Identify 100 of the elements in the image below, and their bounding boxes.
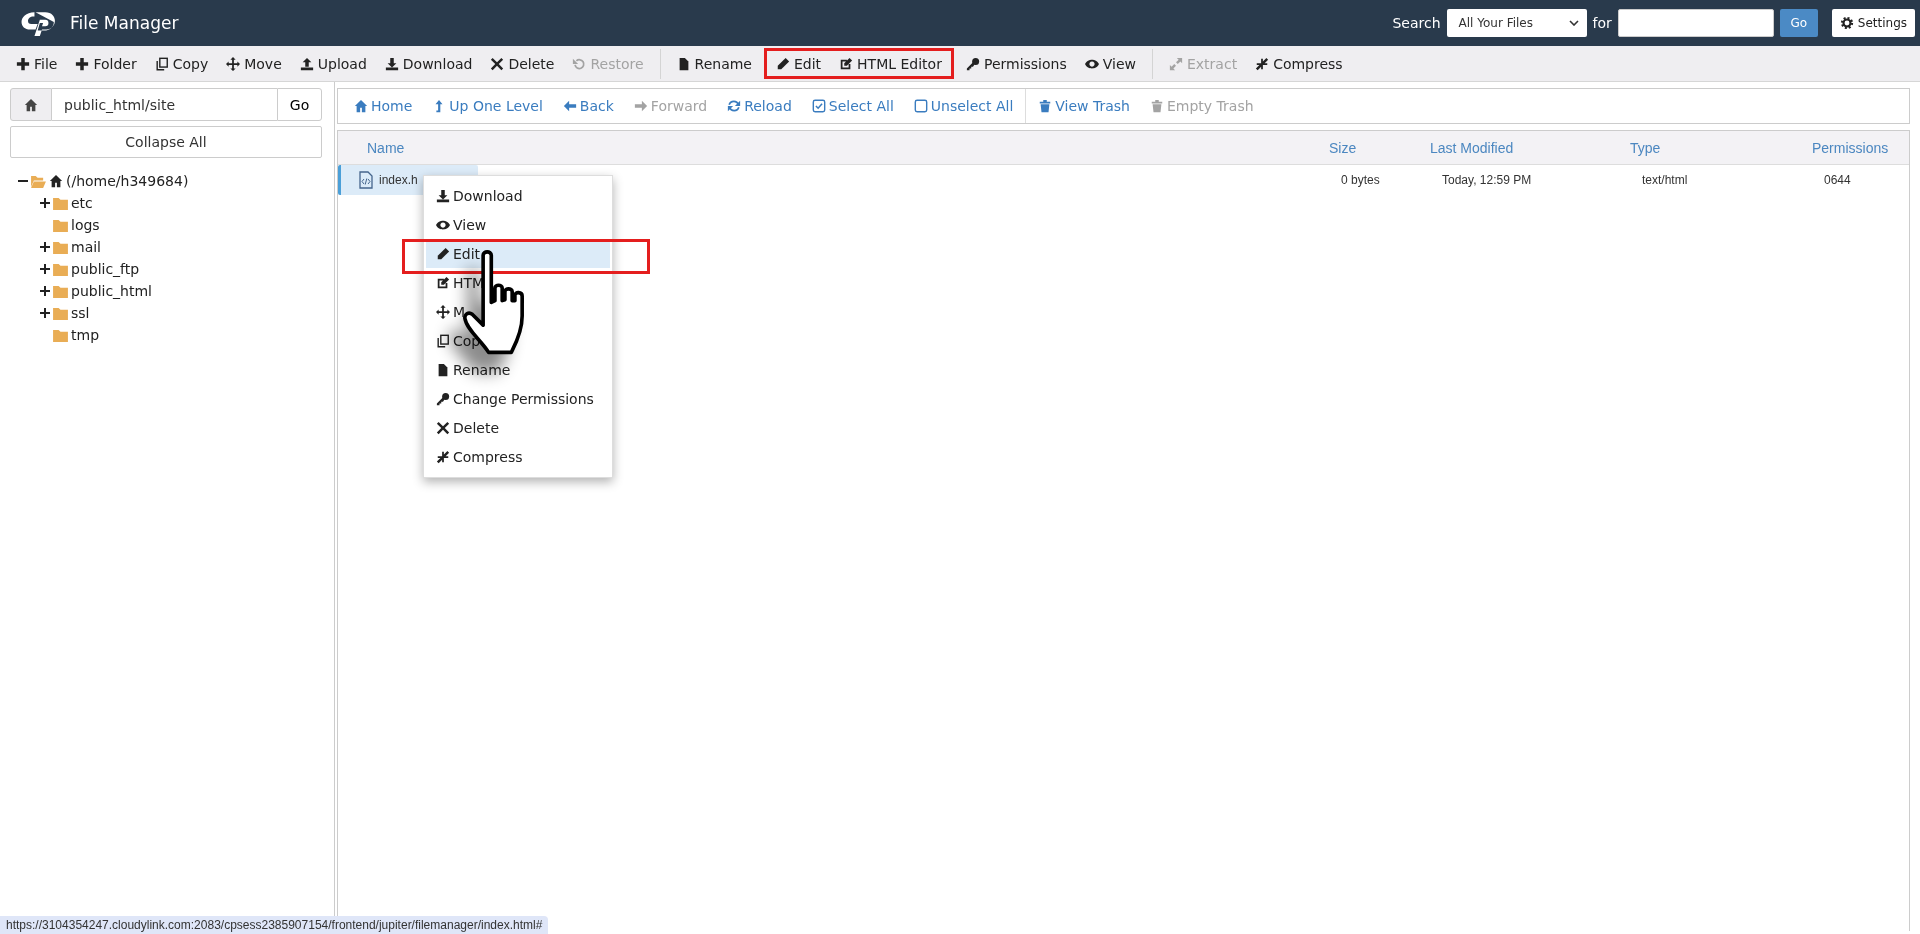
table-cell-text: index.h bbox=[379, 173, 419, 187]
download-icon bbox=[384, 56, 399, 71]
menu-item[interactable]: Rename bbox=[424, 355, 612, 384]
cross-icon bbox=[490, 56, 505, 71]
tree-item[interactable]: logs bbox=[40, 214, 322, 236]
folder-icon bbox=[53, 218, 68, 232]
search-scope-dropdown[interactable]: All Your Files bbox=[1446, 9, 1587, 37]
tree-item[interactable]: etc bbox=[40, 192, 322, 214]
key-icon bbox=[965, 56, 980, 71]
trash-icon bbox=[1038, 99, 1053, 113]
tree-item[interactable]: public_ftp bbox=[40, 258, 322, 280]
folder-icon bbox=[53, 306, 68, 320]
plus-icon[interactable] bbox=[40, 264, 50, 274]
toolbar-button[interactable]: Delete bbox=[481, 51, 564, 76]
code-file-icon bbox=[359, 171, 373, 189]
menu-item[interactable]: Delete bbox=[424, 413, 612, 442]
column-header[interactable]: Last Modified bbox=[1430, 139, 1630, 156]
menu-item[interactable]: Compress bbox=[424, 442, 612, 471]
toolbar-button[interactable]: View bbox=[1075, 51, 1145, 76]
tree-item[interactable]: tmp bbox=[40, 324, 322, 346]
table-cell-text: Today, 12:59 PM bbox=[1442, 173, 1533, 187]
path-field[interactable]: public_html/site bbox=[52, 88, 277, 121]
toolbar-button[interactable]: File bbox=[7, 51, 67, 76]
plus-icon bbox=[16, 56, 30, 71]
toolbar-button[interactable]: Compress bbox=[1246, 51, 1352, 76]
column-header[interactable]: Size bbox=[1329, 139, 1430, 156]
nav-button[interactable]: Back bbox=[552, 98, 624, 114]
plus-icon[interactable] bbox=[40, 198, 50, 208]
menu-item[interactable]: Change Permissions bbox=[424, 384, 612, 413]
home-icon bbox=[24, 97, 38, 112]
folder-icon bbox=[53, 262, 68, 276]
table-cell-text: 0644 bbox=[1824, 173, 1852, 187]
folder-icon bbox=[53, 328, 68, 342]
checkbox-icon bbox=[913, 99, 928, 113]
toolbar-button[interactable]: Rename bbox=[667, 51, 761, 76]
edit-icon bbox=[436, 275, 450, 290]
column-header[interactable]: Name bbox=[367, 139, 1329, 156]
pencil-icon bbox=[436, 246, 450, 261]
tree-item[interactable]: mail bbox=[40, 236, 322, 258]
pencil-icon bbox=[775, 56, 790, 71]
arrow-left-icon bbox=[562, 99, 577, 113]
copy-icon bbox=[436, 333, 450, 348]
toolbar-button[interactable]: Download bbox=[375, 51, 482, 76]
settings-button[interactable]: Settings bbox=[1831, 9, 1915, 37]
nav-button[interactable]: Up One Level bbox=[422, 98, 553, 114]
search-field[interactable] bbox=[1617, 9, 1774, 37]
trash-icon bbox=[1150, 99, 1164, 113]
collapse-all-button[interactable]: Collapse All bbox=[10, 126, 322, 158]
tree-item[interactable]: public_html bbox=[40, 280, 322, 302]
path-go-button[interactable]: Go bbox=[277, 88, 322, 121]
folder-icon bbox=[53, 196, 68, 210]
edit-icon bbox=[839, 56, 854, 71]
home-icon bbox=[354, 99, 368, 113]
table-cell-text: text/html bbox=[1642, 173, 1689, 187]
toolbar-button[interactable]: HTML Editor bbox=[830, 51, 951, 76]
menu-item[interactable]: Download bbox=[424, 181, 612, 210]
toolbar-button[interactable]: Folder bbox=[66, 51, 146, 76]
plus-icon[interactable] bbox=[40, 286, 50, 296]
nav-button[interactable]: Reload bbox=[717, 98, 802, 114]
download-icon bbox=[436, 188, 450, 203]
toolbar-button[interactable]: Upload bbox=[290, 51, 376, 76]
reload-icon bbox=[727, 99, 742, 113]
toolbar-button[interactable]: Copy bbox=[145, 51, 218, 76]
nav-button[interactable]: Select All bbox=[801, 98, 904, 114]
for-label: for bbox=[1592, 15, 1612, 31]
arrow-right-icon bbox=[633, 99, 648, 113]
app-title: File Manager bbox=[70, 13, 179, 33]
compress-icon bbox=[436, 449, 450, 464]
nav-button[interactable]: Unselect All bbox=[903, 98, 1024, 114]
nav-button[interactable]: View Trash bbox=[1028, 98, 1140, 114]
folder-open-icon bbox=[31, 174, 46, 188]
menu-item[interactable]: View bbox=[424, 210, 612, 239]
key-icon bbox=[436, 391, 450, 406]
gear-icon bbox=[1839, 16, 1854, 30]
compress-icon bbox=[1255, 56, 1270, 71]
cross-icon bbox=[436, 420, 450, 435]
toolbar-button[interactable]: Move bbox=[217, 51, 291, 76]
toolbar-button[interactable]: Permissions bbox=[956, 51, 1076, 76]
tree-item[interactable]: ssl bbox=[40, 302, 322, 324]
folder-icon bbox=[53, 284, 68, 298]
move-arrows-icon bbox=[226, 56, 241, 71]
plus-icon bbox=[75, 56, 90, 71]
home-icon bbox=[49, 174, 63, 188]
plus-icon[interactable] bbox=[40, 308, 50, 318]
copy-icon bbox=[154, 56, 169, 71]
toolbar-button[interactable]: Edit bbox=[766, 51, 831, 76]
tree-item[interactable]: (/home/h349684) bbox=[18, 170, 322, 192]
home-button[interactable] bbox=[10, 88, 52, 121]
column-header[interactable]: Permissions bbox=[1812, 139, 1902, 156]
nav-button[interactable]: Home bbox=[344, 98, 423, 114]
menu-item[interactable]: M bbox=[424, 297, 612, 326]
upload-icon bbox=[299, 56, 314, 71]
undo-icon bbox=[572, 56, 587, 71]
plus-icon[interactable] bbox=[40, 242, 50, 252]
move-arrows-icon bbox=[436, 304, 450, 319]
column-header[interactable]: Type bbox=[1630, 139, 1812, 156]
expand-icon bbox=[1169, 56, 1183, 71]
search-go-button[interactable]: Go bbox=[1779, 9, 1818, 37]
checkbox-icon bbox=[811, 99, 826, 113]
table-cell-text: 0 bytes bbox=[1341, 173, 1381, 187]
